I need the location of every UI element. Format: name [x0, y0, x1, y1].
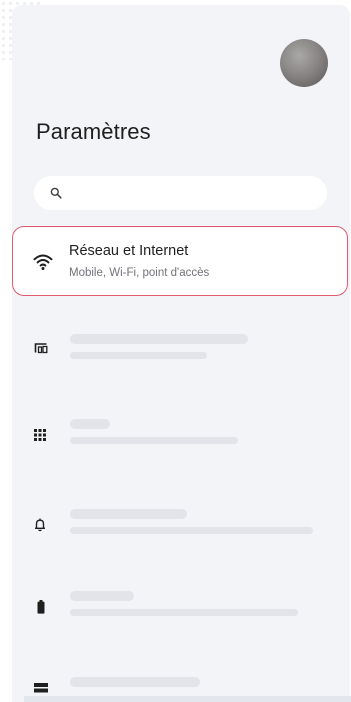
- bottom-edge-strip: [24, 696, 351, 702]
- skeleton-subtitle-bar: [70, 527, 313, 534]
- search-input[interactable]: [70, 184, 314, 202]
- skeleton-subtitle-bar: [70, 352, 207, 359]
- avatar[interactable]: [280, 39, 328, 87]
- battery-icon: [37, 600, 45, 614]
- bell-icon: [35, 518, 45, 532]
- page-title: Paramètres: [36, 119, 151, 144]
- apps-grid-icon: [34, 429, 46, 441]
- storage-icon: [34, 683, 48, 693]
- settings-item-subtitle: Mobile, Wi‑Fi, point d'accès: [69, 267, 210, 279]
- skeleton-title-bar: [70, 509, 187, 519]
- devices-icon: [34, 343, 48, 354]
- settings-item-label: Réseau et Internet: [69, 243, 189, 259]
- skeleton-title-bar: [70, 591, 134, 601]
- settings-item-placeholder[interactable]: [12, 497, 348, 557]
- skeleton-subtitle-bar: [70, 609, 298, 616]
- skeleton-title-bar: [70, 419, 110, 429]
- wifi-icon: [33, 254, 53, 270]
- search-icon: [50, 187, 62, 199]
- settings-item-network-internet[interactable]: Réseau et Internet Mobile, Wi‑Fi, point …: [12, 226, 348, 296]
- skeleton-title-bar: [70, 334, 248, 344]
- search-bar[interactable]: [34, 176, 327, 210]
- skeleton-title-bar: [70, 677, 200, 687]
- settings-panel: Paramètres Réseau et Internet Mobile, Wi…: [12, 5, 350, 702]
- skeleton-subtitle-bar: [70, 437, 238, 444]
- settings-item-placeholder[interactable]: [12, 405, 348, 465]
- settings-item-placeholder[interactable]: [12, 583, 348, 643]
- settings-item-placeholder[interactable]: [12, 320, 348, 380]
- settings-screen: Paramètres Réseau et Internet Mobile, Wi…: [0, 0, 351, 702]
